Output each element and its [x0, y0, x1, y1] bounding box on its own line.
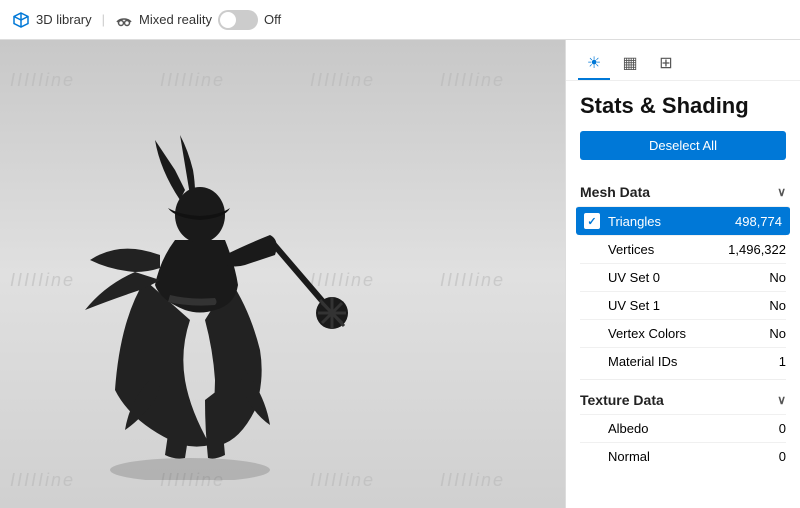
tab-grid2[interactable]: ⊞: [650, 48, 682, 80]
toggle-switch[interactable]: [218, 10, 258, 30]
panel-content: Stats & Shading Deselect All Mesh Data ∨…: [566, 81, 800, 508]
row-vertices: Vertices 1,496,322: [580, 235, 786, 263]
watermark: IIIIIine: [440, 270, 505, 291]
triangles-label: Triangles: [608, 214, 735, 229]
row-normal: Normal 0: [580, 442, 786, 470]
albedo-value: 0: [779, 421, 786, 436]
vertices-value: 1,496,322: [728, 242, 786, 257]
3d-figure: [60, 100, 360, 480]
triangles-checkbox[interactable]: [584, 213, 600, 229]
vertex-colors-label: Vertex Colors: [584, 326, 769, 341]
tab-sun[interactable]: ☀: [578, 48, 610, 80]
viewport[interactable]: IIIIIine IIIIIine IIIIIine IIIIIine IIII…: [0, 40, 565, 508]
watermark: IIIIIine: [310, 70, 375, 91]
panel-title: Stats & Shading: [580, 93, 786, 119]
uv0-label: UV Set 0: [584, 270, 769, 285]
albedo-label: Albedo: [584, 421, 779, 436]
texture-data-header[interactable]: Texture Data ∨: [580, 384, 786, 414]
watermark: IIIIIine: [440, 470, 505, 491]
triangles-value: 498,774: [735, 214, 782, 229]
library-section: 3D library | Mixed reality Off: [12, 10, 281, 30]
mesh-data-header[interactable]: Mesh Data ∨: [580, 176, 786, 206]
right-panel: ☀ ▦ ⊞ Stats & Shading Deselect All Mesh …: [565, 40, 800, 508]
mixed-reality-label[interactable]: Mixed reality: [139, 12, 212, 27]
row-vertex-colors: Vertex Colors No: [580, 319, 786, 347]
toggle-label: Off: [264, 12, 281, 27]
vertex-colors-value: No: [769, 326, 786, 341]
section-divider-1: [580, 379, 786, 380]
tab-grid[interactable]: ▦: [614, 48, 646, 80]
normal-value: 0: [779, 449, 786, 464]
row-uv0: UV Set 0 No: [580, 263, 786, 291]
panel-tabs: ☀ ▦ ⊞: [566, 40, 800, 81]
uv0-value: No: [769, 270, 786, 285]
toggle-container[interactable]: Off: [218, 10, 281, 30]
row-uv1: UV Set 1 No: [580, 291, 786, 319]
row-triangles[interactable]: Triangles 498,774: [576, 206, 790, 235]
material-ids-label: Material IDs: [584, 354, 779, 369]
mesh-data-label: Mesh Data: [580, 184, 650, 200]
texture-data-chevron: ∨: [777, 393, 786, 407]
top-bar: 3D library | Mixed reality Off: [0, 0, 800, 40]
uv1-value: No: [769, 298, 786, 313]
watermark: IIIIIine: [10, 70, 75, 91]
main-content: IIIIIine IIIIIine IIIIIine IIIIIine IIII…: [0, 40, 800, 508]
cube-icon: [12, 11, 30, 29]
divider-bar: |: [102, 12, 105, 27]
normal-label: Normal: [584, 449, 779, 464]
mesh-data-chevron: ∨: [777, 185, 786, 199]
deselect-all-button[interactable]: Deselect All: [580, 131, 786, 160]
watermark: IIIIIine: [160, 70, 225, 91]
mixed-reality-icon: [115, 11, 133, 29]
texture-data-label: Texture Data: [580, 392, 664, 408]
library-label[interactable]: 3D library: [36, 12, 92, 27]
vertices-label: Vertices: [584, 242, 728, 257]
material-ids-value: 1: [779, 354, 786, 369]
uv1-label: UV Set 1: [584, 298, 769, 313]
figure-svg: [60, 100, 360, 480]
watermark: IIIIIine: [440, 70, 505, 91]
row-albedo: Albedo 0: [580, 414, 786, 442]
row-material-ids: Material IDs 1: [580, 347, 786, 375]
